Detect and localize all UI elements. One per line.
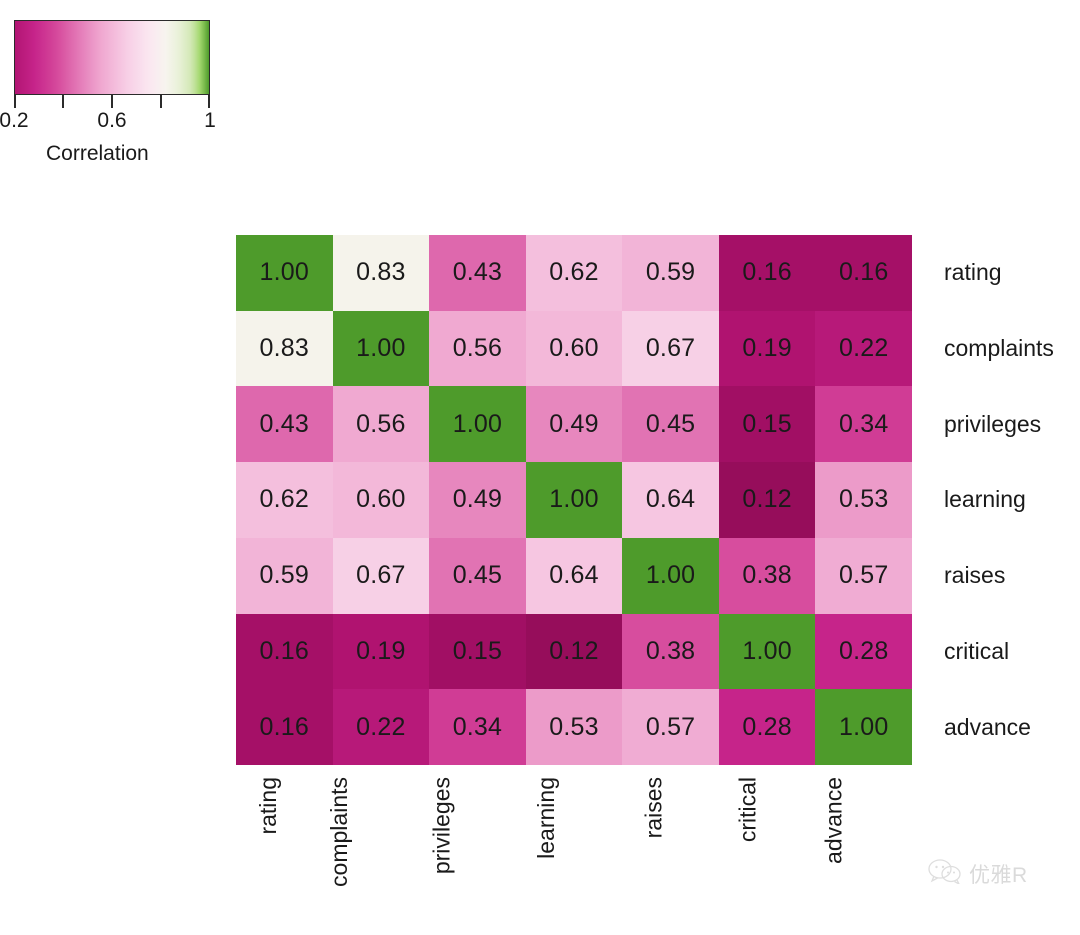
heatmap-cell: 1.00 bbox=[718, 613, 816, 690]
column-label-critical: critical bbox=[734, 777, 761, 843]
heatmap-cell: 0.19 bbox=[332, 613, 430, 690]
heatmap-cell: 0.53 bbox=[525, 689, 623, 765]
heatmap-cell: 0.49 bbox=[525, 386, 623, 463]
colorbar-tick-0-8 bbox=[160, 95, 162, 108]
heatmap-cell: 1.00 bbox=[236, 235, 333, 311]
colorbar-tick-0-2 bbox=[14, 95, 16, 108]
column-label-raises: raises bbox=[639, 777, 666, 839]
heatmap-cell: 0.62 bbox=[236, 462, 333, 538]
heatmap-cell: 0.57 bbox=[622, 689, 719, 765]
colorbar-container bbox=[14, 20, 210, 95]
heatmap-cell: 1.00 bbox=[815, 689, 912, 765]
heatmap-cell: 0.16 bbox=[815, 235, 912, 311]
row-label-advance: advance bbox=[944, 713, 1031, 740]
heatmap-cell: 0.60 bbox=[332, 462, 430, 538]
heatmap-cell: 0.34 bbox=[429, 689, 526, 765]
heatmap-cell: 0.64 bbox=[525, 537, 623, 614]
heatmap-cell: 0.16 bbox=[236, 689, 333, 765]
heatmap-cell: 0.83 bbox=[236, 310, 333, 387]
colorbar-tick-label: 0.6 bbox=[97, 109, 127, 132]
heatmap-cell: 0.34 bbox=[815, 386, 912, 463]
column-label-privileges: privileges bbox=[428, 777, 455, 875]
heatmap-cell: 0.12 bbox=[525, 613, 623, 690]
heatmap-cell: 0.22 bbox=[332, 689, 430, 765]
row-label-rating: rating bbox=[944, 259, 1002, 286]
colorbar-legend: 0.2 0.6 1 Correlation bbox=[0, 20, 224, 166]
column-label-learning: learning bbox=[533, 777, 560, 859]
column-label-cell: rating bbox=[236, 773, 333, 923]
column-label-advance: advance bbox=[820, 777, 847, 864]
heatmap-cell: 0.28 bbox=[718, 689, 816, 765]
heatmap-cell: 0.45 bbox=[429, 537, 526, 614]
column-label-cell: privileges bbox=[429, 773, 526, 923]
column-label-cell: advance bbox=[815, 773, 912, 923]
heatmap-cell: 0.43 bbox=[236, 386, 333, 463]
heatmap-cell: 0.16 bbox=[718, 235, 816, 311]
heatmap-cell: 0.38 bbox=[622, 613, 719, 690]
column-label-complaints: complaints bbox=[325, 777, 352, 887]
heatmap-cell: 1.00 bbox=[429, 386, 526, 463]
heatmap-cell: 0.16 bbox=[236, 613, 333, 690]
heatmap-cell: 0.83 bbox=[332, 235, 430, 311]
heatmap-cell: 0.59 bbox=[236, 537, 333, 614]
heatmap-cell: 0.64 bbox=[622, 462, 719, 538]
colorbar-tick-labels: 0.2 0.6 1 bbox=[0, 108, 224, 134]
row-label-raises: raises bbox=[944, 562, 1006, 589]
row-label-learning: learning bbox=[944, 486, 1026, 513]
heatmap-cell: 0.38 bbox=[718, 537, 816, 614]
heatmap-cell: 0.67 bbox=[332, 537, 430, 614]
heatmap-cell: 0.15 bbox=[718, 386, 816, 463]
colorbar-tick-1 bbox=[208, 95, 210, 108]
heatmap-cell: 0.59 bbox=[622, 235, 719, 311]
watermark: 优雅R bbox=[928, 858, 1028, 889]
heatmap-cell: 0.56 bbox=[332, 386, 430, 463]
heatmap-cell: 0.43 bbox=[429, 235, 526, 311]
column-label-cell: learning bbox=[526, 773, 623, 923]
column-label-cell: raises bbox=[622, 773, 719, 923]
heatmap-cell: 0.53 bbox=[815, 462, 912, 538]
colorbar-tick-marks bbox=[14, 95, 210, 108]
colorbar-title: Correlation bbox=[46, 142, 149, 165]
heatmap-cell: 0.28 bbox=[815, 613, 912, 690]
heatmap-row-labels: rating complaints privileges learning raises… bbox=[944, 235, 1080, 765]
row-label-critical: critical bbox=[944, 637, 1010, 664]
heatmap-cell: 0.49 bbox=[429, 462, 526, 538]
row-label-complaints: complaints bbox=[944, 335, 1054, 362]
colorbar-tick-0-4 bbox=[62, 95, 64, 108]
column-label-cell: critical bbox=[719, 773, 816, 923]
heatmap-cell: 0.12 bbox=[718, 462, 816, 538]
heatmap-cell: 0.56 bbox=[429, 310, 526, 387]
heatmap-cell: 0.62 bbox=[525, 235, 623, 311]
heatmap-column-labels: rating complaints privileges learning raises… bbox=[236, 773, 912, 923]
wechat-icon bbox=[928, 858, 962, 889]
watermark-text: 优雅R bbox=[969, 863, 1028, 887]
heatmap-cell: 0.60 bbox=[525, 310, 623, 387]
heatmap-cell: 0.15 bbox=[429, 613, 526, 690]
heatmap-cell: 1.00 bbox=[622, 537, 719, 614]
heatmap-cell: 0.57 bbox=[815, 537, 912, 614]
row-label-privileges: privileges bbox=[944, 410, 1042, 437]
heatmap-cell: 1.00 bbox=[332, 310, 430, 387]
heatmap-grid: 1.00 0.83 0.43 0.62 0.59 0.16 0.16 0.83 1.00 0.56… bbox=[236, 235, 912, 765]
heatmap-cell: 0.67 bbox=[622, 310, 719, 387]
heatmap-cell: 0.45 bbox=[622, 386, 719, 463]
column-label-cell: complaints bbox=[326, 773, 430, 923]
heatmap-cell: 0.19 bbox=[718, 310, 816, 387]
colorbar-gradient bbox=[14, 20, 210, 95]
heatmap-plot: 1.00 0.83 0.43 0.62 0.59 0.16 0.16 0.83 1.00 0.56… bbox=[236, 235, 912, 765]
heatmap-cell: 1.00 bbox=[525, 462, 623, 538]
heatmap-cell: 0.22 bbox=[815, 310, 912, 387]
column-label-rating: rating bbox=[255, 777, 282, 835]
colorbar-tick-0-6 bbox=[111, 95, 113, 108]
colorbar-tick-label: 0.2 bbox=[0, 109, 29, 132]
colorbar-tick-label: 1 bbox=[204, 109, 216, 132]
